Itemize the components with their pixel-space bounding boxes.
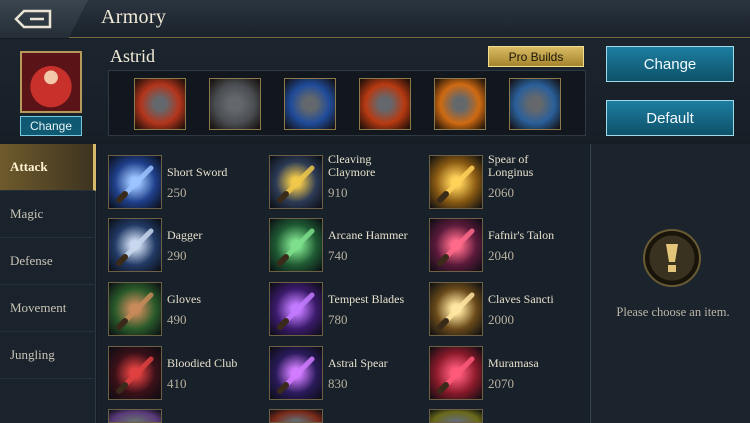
category-tab-magic[interactable]: Magic <box>0 191 96 238</box>
item-card[interactable]: Fafnir's Talon 2040 <box>429 218 579 274</box>
cleaving-claymore-icon <box>269 155 323 209</box>
item-price: 410 <box>167 376 187 391</box>
muramasa-icon <box>429 346 483 400</box>
item-name: Gloves <box>167 292 201 306</box>
item-price: 780 <box>328 312 348 327</box>
item-price: 910 <box>328 185 348 200</box>
item-price: 290 <box>167 248 187 263</box>
item-price: 2000 <box>488 312 514 327</box>
item-price: 2060 <box>488 185 514 200</box>
item-name: Short Sword <box>167 165 228 179</box>
item-card[interactable]: Arcane Hammer 740 <box>269 218 419 274</box>
partial-item-icon[interactable] <box>108 409 162 423</box>
item-name: Cleaving Claymore <box>328 152 376 179</box>
partial-item-icon[interactable] <box>429 409 483 423</box>
item-name: Fafnir's Talon <box>488 228 555 242</box>
item-name: Astral Spear <box>328 356 388 370</box>
blade-item-icon[interactable] <box>509 78 561 130</box>
category-tab-movement[interactable]: Movement <box>0 285 96 332</box>
category-tab-defense[interactable]: Defense <box>0 238 96 285</box>
item-card[interactable]: Muramasa 2070 <box>429 346 579 402</box>
item-name: Arcane Hammer <box>328 228 408 242</box>
item-card[interactable]: Cleaving Claymore 910 <box>269 152 419 211</box>
short-sword-icon <box>108 155 162 209</box>
item-card[interactable]: Astral Spear 830 <box>269 346 419 402</box>
change-hero-button[interactable]: Change <box>20 116 82 136</box>
category-tab-jungling[interactable]: Jungling <box>0 332 96 379</box>
item-name: Tempest Blades <box>328 292 405 306</box>
arcane-hammer-icon <box>269 218 323 272</box>
change-build-button[interactable]: Change <box>606 46 734 82</box>
exclamation-icon <box>643 229 701 287</box>
astral-spear-icon <box>269 346 323 400</box>
item-price: 2040 <box>488 248 514 263</box>
dagger-icon <box>108 218 162 272</box>
item-card[interactable]: Gloves 490 <box>108 282 258 338</box>
armor-item-icon[interactable] <box>134 78 186 130</box>
item-price: 2070 <box>488 376 514 391</box>
claves-sancti-icon <box>429 282 483 336</box>
item-card[interactable]: Dagger 290 <box>108 218 258 274</box>
back-arrow-icon <box>14 9 52 29</box>
hero-portrait[interactable] <box>20 51 82 113</box>
item-card[interactable]: Bloodied Club 410 <box>108 346 258 402</box>
item-name: Spear of Longinus <box>488 152 534 179</box>
page-title: Armory <box>101 6 167 28</box>
item-name: Muramasa <box>488 356 539 370</box>
partial-item-icon[interactable] <box>269 409 323 423</box>
pro-builds-button[interactable]: Pro Builds <box>488 46 584 67</box>
fafnirs-talon-icon <box>429 218 483 272</box>
bloodied-club-icon <box>108 346 162 400</box>
item-card[interactable]: Claves Sancti 2000 <box>429 282 579 338</box>
tempest-blades-icon <box>269 282 323 336</box>
item-price: 490 <box>167 312 187 327</box>
talisman-item-icon[interactable] <box>359 78 411 130</box>
gloves-icon <box>108 282 162 336</box>
item-card[interactable]: Tempest Blades 780 <box>269 282 419 338</box>
item-card[interactable]: Short Sword 250 <box>108 155 258 211</box>
boots-item-icon[interactable] <box>209 78 261 130</box>
item-name: Dagger <box>167 228 203 242</box>
item-price: 830 <box>328 376 348 391</box>
item-price: 250 <box>167 185 187 200</box>
sword-item-icon[interactable] <box>284 78 336 130</box>
item-name: Claves Sancti <box>488 292 554 306</box>
amulet-item-icon[interactable] <box>434 78 486 130</box>
detail-hint: Please choose an item. <box>616 305 730 319</box>
hero-name: Astrid <box>110 46 155 66</box>
default-build-button[interactable]: Default <box>606 100 734 136</box>
category-tab-attack[interactable]: Attack <box>0 144 96 191</box>
item-name: Bloodied Club <box>167 356 238 370</box>
item-price: 740 <box>328 248 348 263</box>
item-card[interactable]: Spear of Longinus 2060 <box>429 152 579 211</box>
spear-of-longinus-icon <box>429 155 483 209</box>
